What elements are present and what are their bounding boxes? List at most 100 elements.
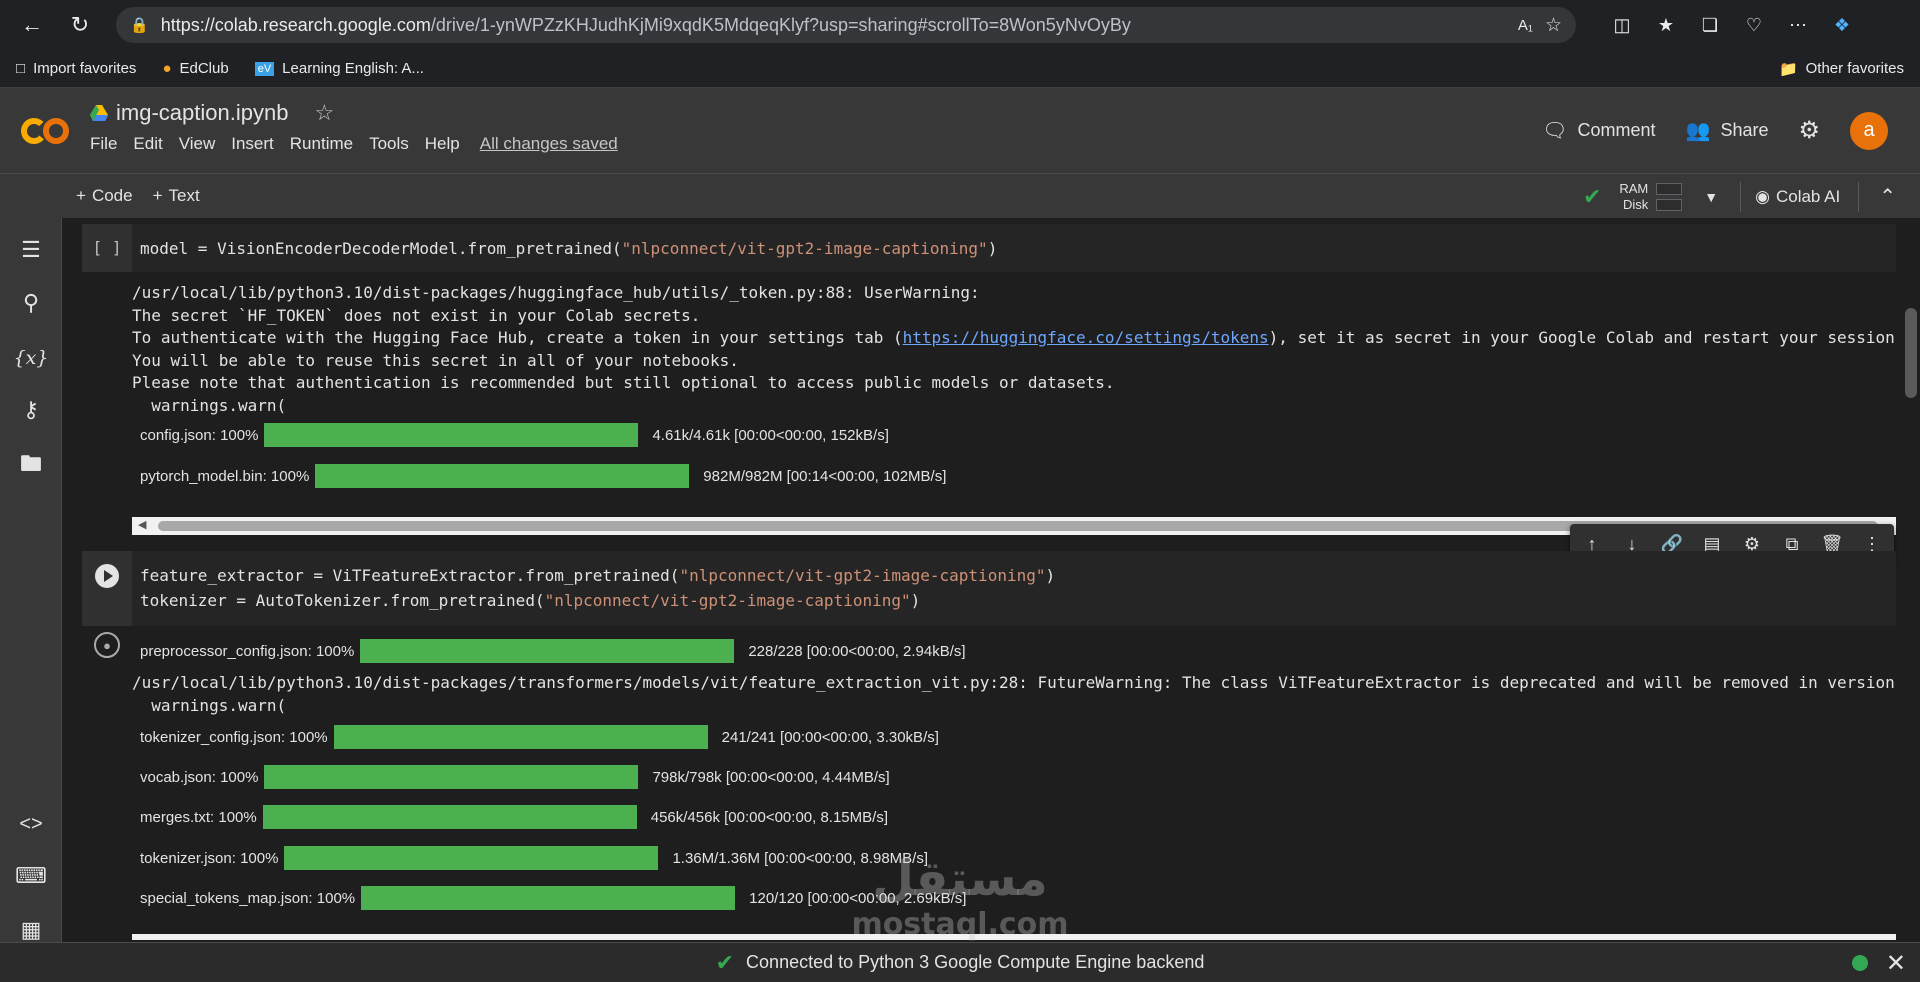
bookmarks-bar: □ Import favorites ● EdClub eV Learning Eng… bbox=[0, 50, 1920, 88]
cell-2-warning: /usr/local/lib/python3.10/dist-packages/… bbox=[132, 673, 1895, 715]
notebook-toolbar: + Code + Text ✔ RAM Disk ▼ ◉ Colab AI ⌃ bbox=[0, 173, 1920, 218]
disk-bar bbox=[1656, 198, 1683, 211]
progress-row: merges.txt: 100% 456k/456k [00:00<00:00,… bbox=[140, 805, 888, 829]
progress-file: special_tokens_map.json: bbox=[140, 889, 313, 907]
title-area: img-caption.ipynb ☆ File Edit View Inser… bbox=[90, 88, 618, 173]
colab-ai-label: Colab AI bbox=[1775, 186, 1841, 206]
back-arrow-icon[interactable]: ← bbox=[12, 5, 52, 45]
connection-dot-icon bbox=[1852, 955, 1868, 971]
left-sidebar: ☰ ⚲ {x} ⚷ 🖿 <> ⌨ ▦ bbox=[0, 218, 62, 982]
address-bar[interactable]: 🔒 https://colab.research.google.com/driv… bbox=[116, 7, 1576, 43]
comment-icon: 🗨 bbox=[1542, 120, 1568, 142]
run-cell-button[interactable] bbox=[82, 551, 132, 626]
add-text-button[interactable]: + Text bbox=[153, 186, 200, 206]
progress-percent: 100% bbox=[218, 808, 257, 826]
progress-row: tokenizer.json: 100% 1.36M/1.36M [00:00<… bbox=[140, 846, 928, 870]
bookmark-learning-english[interactable]: eV Learning English: A... bbox=[254, 60, 424, 77]
chevron-up-icon[interactable]: ⌃ bbox=[1879, 184, 1896, 209]
save-status[interactable]: All changes saved bbox=[480, 134, 618, 154]
menu-view[interactable]: View bbox=[179, 134, 216, 154]
health-icon[interactable]: ♡ bbox=[1736, 7, 1772, 43]
variables-icon[interactable]: {x} bbox=[0, 338, 62, 378]
bookmark-label: EdClub bbox=[179, 60, 229, 77]
split-screen-icon[interactable]: ◫ bbox=[1604, 7, 1640, 43]
bookmark-label: Other favorites bbox=[1805, 60, 1904, 77]
colab-header: img-caption.ipynb ☆ File Edit View Inser… bbox=[0, 88, 1920, 173]
comment-label: Comment bbox=[1577, 120, 1656, 140]
colab-logo-icon[interactable] bbox=[0, 88, 90, 173]
plus-icon: + bbox=[76, 186, 86, 205]
lock-icon: 🔒 bbox=[130, 17, 149, 34]
progress-row: preprocessor_config.json: 100% 228/228 [… bbox=[140, 639, 966, 663]
add-code-button[interactable]: + Code bbox=[76, 186, 133, 206]
progress-percent: 100% bbox=[289, 728, 328, 746]
progress-file: pytorch_model.bin: bbox=[140, 467, 267, 485]
checkmark-icon: ✔ bbox=[1582, 183, 1602, 209]
vertical-scroll-thumb[interactable] bbox=[1905, 308, 1917, 398]
cell-code-editor[interactable]: feature_extractor = ViTFeatureExtractor.… bbox=[132, 551, 1896, 626]
bookmark-edclub[interactable]: ● EdClub bbox=[162, 60, 228, 77]
share-label: Share bbox=[1720, 120, 1769, 140]
hf-tokens-link[interactable]: https://huggingface.co/settings/tokens bbox=[903, 328, 1269, 347]
favorites-icon[interactable]: ★ bbox=[1648, 7, 1684, 43]
resources-indicator[interactable]: ✔ RAM Disk bbox=[1582, 180, 1683, 213]
notebook-title[interactable]: img-caption.ipynb bbox=[116, 100, 288, 126]
cell-code-editor[interactable]: model = VisionEncoderDecoderModel.from_p… bbox=[132, 224, 1896, 272]
favorite-star-icon[interactable]: ☆ bbox=[1545, 14, 1562, 37]
comment-button[interactable]: 🗨 Comment bbox=[1542, 118, 1655, 143]
menu-file[interactable]: File bbox=[90, 134, 117, 154]
code-snippets-icon[interactable]: <> bbox=[0, 804, 62, 844]
progress-stats: 982M/982M [00:14<00:00, 102MB/s] bbox=[703, 467, 947, 485]
vertical-scrollbar[interactable] bbox=[1900, 218, 1920, 942]
watermark: مستقل mostaql.com bbox=[840, 852, 1080, 944]
menu-runtime[interactable]: Runtime bbox=[290, 134, 353, 154]
progress-bar bbox=[361, 886, 736, 910]
menu-edit[interactable]: Edit bbox=[133, 134, 162, 154]
disk-label: Disk bbox=[1622, 196, 1649, 212]
star-icon[interactable]: ☆ bbox=[314, 100, 334, 126]
read-aloud-icon[interactable]: A₁ bbox=[1518, 17, 1533, 34]
share-button[interactable]: 👥 Share bbox=[1686, 118, 1769, 143]
search-icon[interactable]: ⚲ bbox=[0, 283, 62, 323]
progress-stats: 798k/798k [00:00<00:00, 4.44MB/s] bbox=[652, 768, 890, 786]
cell-execution-count[interactable]: [ ] bbox=[82, 224, 132, 272]
progress-percent: 100% bbox=[315, 642, 355, 660]
notebook-content: [ ] model = VisionEncoderDecoderModel.fr… bbox=[62, 218, 1920, 942]
address-url[interactable]: https://colab.research.google.com/drive/… bbox=[161, 15, 1506, 36]
menu-help[interactable]: Help bbox=[425, 134, 460, 154]
secrets-key-icon[interactable]: ⚷ bbox=[0, 390, 62, 430]
scroll-left-icon[interactable]: ◀ bbox=[138, 518, 146, 531]
code-cell-2[interactable]: feature_extractor = ViTFeatureExtractor.… bbox=[82, 551, 1896, 626]
progress-bar bbox=[264, 423, 639, 447]
command-palette-icon[interactable]: ⌨ bbox=[0, 856, 62, 896]
table-of-contents-icon[interactable]: ☰ bbox=[0, 230, 62, 270]
menu-insert[interactable]: Insert bbox=[231, 134, 274, 154]
refresh-icon[interactable]: ↻ bbox=[60, 5, 100, 45]
play-icon[interactable] bbox=[94, 563, 120, 589]
progress-row: pytorch_model.bin: 100% 982M/982M [00:14… bbox=[140, 464, 946, 488]
code-cell-1[interactable]: [ ] model = VisionEncoderDecoderModel.fr… bbox=[82, 224, 1896, 272]
close-icon[interactable]: ✕ bbox=[1886, 949, 1906, 978]
progress-file: config.json: bbox=[140, 426, 216, 444]
ram-label: RAM bbox=[1619, 180, 1649, 196]
progress-row: config.json: 100% 4.61k/4.61k [00:00<00:… bbox=[140, 423, 889, 447]
bookmark-import-favorites[interactable]: □ Import favorites bbox=[16, 60, 136, 77]
colab-ai-button[interactable]: ◉ Colab AI bbox=[1740, 181, 1860, 212]
copilot-icon[interactable]: ❖ bbox=[1824, 7, 1860, 43]
share-people-icon: 👥 bbox=[1685, 120, 1711, 142]
output-user-icon[interactable]: ● bbox=[94, 632, 120, 658]
files-folder-icon[interactable]: 🖿 bbox=[0, 446, 62, 486]
dropdown-caret-icon[interactable]: ▼ bbox=[1704, 189, 1718, 205]
progress-file: merges.txt: bbox=[140, 808, 215, 826]
drive-icon bbox=[90, 105, 108, 121]
edclub-icon: ● bbox=[162, 60, 172, 77]
progress-stats: 241/241 [00:00<00:00, 3.30kB/s] bbox=[721, 728, 939, 746]
settings-gear-icon[interactable]: ⚙ bbox=[1798, 116, 1820, 145]
bookmark-other-favorites[interactable]: 📁 Other favorites bbox=[1779, 60, 1904, 78]
more-menu-icon[interactable]: ⋯ bbox=[1780, 7, 1816, 43]
avatar[interactable]: a bbox=[1850, 111, 1888, 150]
add-text-label: Text bbox=[168, 186, 200, 205]
menu-tools[interactable]: Tools bbox=[369, 134, 409, 154]
status-bar: ✔ Connected to Python 3 Google Compute E… bbox=[0, 942, 1920, 982]
collections-icon[interactable]: ❏ bbox=[1692, 7, 1728, 43]
